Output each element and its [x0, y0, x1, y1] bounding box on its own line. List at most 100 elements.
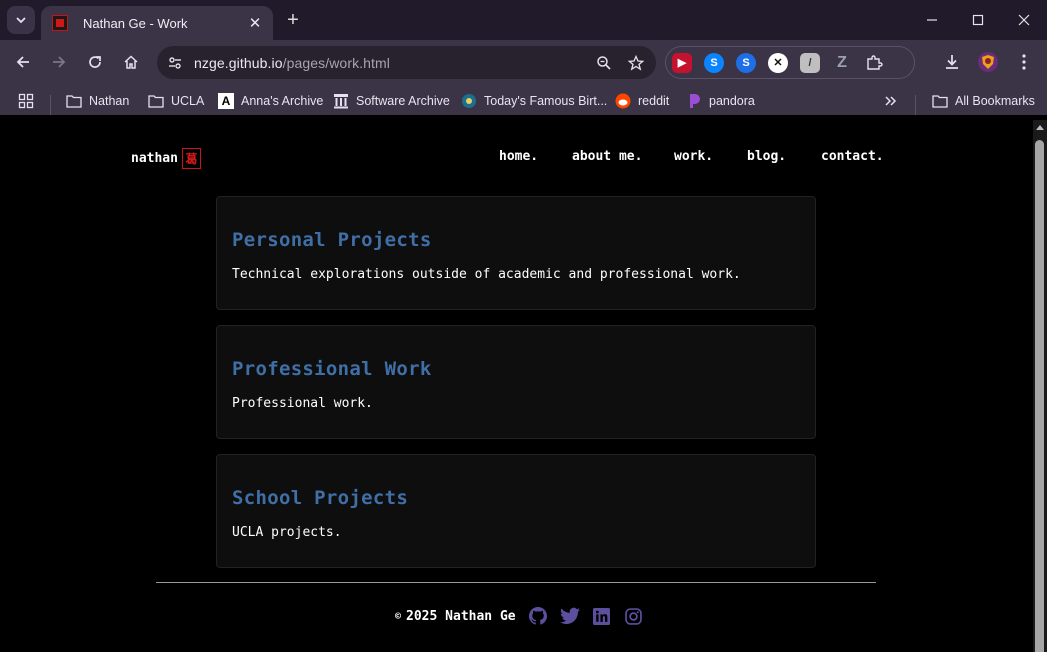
card-title[interactable]: School Projects [232, 487, 408, 509]
bookmark-label: All Bookmarks [955, 94, 1035, 108]
bookmark-reddit[interactable]: reddit [615, 91, 669, 111]
copyright-symbol: © [395, 610, 402, 622]
avatar [978, 52, 998, 72]
url-host: nzge.github.io [194, 54, 283, 71]
site-info-icon[interactable] [163, 51, 187, 75]
profile-button[interactable] [974, 48, 1002, 76]
new-tab-button[interactable]: + [282, 9, 304, 31]
bookmark-folder-nathan[interactable]: Nathan [66, 91, 129, 111]
card-personal-projects[interactable]: Personal Projects Technical explorations… [216, 196, 816, 310]
nav-work[interactable]: work. [674, 149, 713, 164]
zotero-extension-icon[interactable]: Z [832, 53, 852, 73]
card-description: Professional work. [232, 396, 373, 411]
downloads-button[interactable] [938, 48, 966, 76]
zoom-icon[interactable] [592, 51, 616, 75]
extensions-bar: ▶ S S ✕ / Z [665, 46, 915, 79]
github-icon[interactable] [528, 606, 548, 626]
card-title[interactable]: Personal Projects [232, 229, 432, 251]
nav-blog[interactable]: blog. [747, 149, 786, 164]
page-viewport: nathan 葛 home. about me. work. blog. con… [0, 120, 1033, 652]
tab-strip: Nathan Ge - Work ✕ + [0, 0, 1047, 40]
bookmarks-divider [50, 95, 51, 115]
x-extension-icon[interactable]: ✕ [768, 52, 788, 73]
card-description: UCLA projects. [232, 525, 342, 540]
scrollbar-thumb[interactable] [1035, 140, 1044, 652]
footer-divider [156, 582, 876, 583]
tab-favicon-icon [52, 15, 68, 31]
bookmark-folder-ucla[interactable]: UCLA [148, 91, 204, 111]
folder-icon [932, 93, 948, 109]
bookmark-famous-birthdays[interactable]: Today's Famous Birt... [461, 91, 607, 111]
bookmark-pandora[interactable]: pandora [686, 91, 755, 111]
folder-icon [66, 93, 82, 109]
home-button[interactable] [117, 48, 145, 76]
arrow-left-icon [16, 56, 29, 68]
home-icon [124, 55, 138, 69]
more-bookmarks-button[interactable] [884, 91, 898, 111]
shazam-extension-icon[interactable]: S [704, 52, 724, 73]
maximize-icon [972, 14, 984, 26]
bookmark-annas-archive[interactable]: A Anna's Archive [218, 91, 323, 111]
active-tab[interactable]: Nathan Ge - Work ✕ [41, 6, 273, 40]
all-bookmarks-folder[interactable]: All Bookmarks [932, 91, 1035, 111]
footer: © 2025 Nathan Ge [395, 606, 644, 626]
globe-icon [461, 93, 477, 109]
copyright-text: 2025 Nathan Ge [406, 608, 516, 624]
linkedin-icon[interactable] [592, 606, 612, 626]
url-text: nzge.github.io/pages/work.html [194, 55, 592, 71]
bookmarks-divider [915, 95, 916, 115]
page-scrollbar[interactable] [1033, 120, 1047, 652]
twitter-icon[interactable] [559, 606, 580, 626]
bookmark-label: pandora [709, 94, 755, 108]
back-button[interactable] [9, 48, 37, 76]
nav-contact[interactable]: contact. [821, 149, 884, 164]
bookmark-label: Software Archive [356, 94, 450, 108]
notes-extension-icon[interactable]: / [800, 52, 820, 73]
address-bar[interactable]: nzge.github.io/pages/work.html [157, 46, 656, 79]
bookmark-label: Nathan [89, 94, 130, 108]
card-professional-work[interactable]: Professional Work Professional work. [216, 325, 816, 439]
nav-home[interactable]: home. [499, 149, 538, 164]
folder-icon [148, 93, 164, 109]
bookmark-software-archive[interactable]: Software Archive [333, 91, 450, 111]
menu-button[interactable] [1010, 48, 1038, 76]
nav-about[interactable]: about me. [572, 149, 642, 164]
site-logo[interactable]: nathan 葛 [131, 148, 201, 169]
card-title[interactable]: Professional Work [232, 358, 432, 380]
minimize-icon [927, 19, 937, 21]
close-window-button[interactable] [1001, 0, 1047, 40]
tab-title: Nathan Ge - Work [83, 15, 188, 31]
puzzle-extension-icon[interactable] [864, 53, 884, 73]
url-path: /pages/work.html [282, 54, 391, 71]
tab-close-icon[interactable]: ✕ [245, 13, 265, 33]
maximize-button[interactable] [955, 0, 1001, 40]
browser-toolbar: nzge.github.io/pages/work.html ▶ S S ✕ /… [0, 40, 1047, 85]
youtube-extension-icon[interactable]: ▶ [672, 52, 692, 73]
download-icon [946, 55, 958, 69]
chevron-down-icon [16, 17, 26, 24]
sync-extension-icon[interactable]: S [736, 52, 756, 73]
card-description: Technical explorations outside of academ… [232, 267, 741, 282]
reddit-icon [615, 93, 631, 109]
bookmark-label: Anna's Archive [241, 94, 324, 108]
tab-search-button[interactable] [7, 6, 35, 34]
minimize-button[interactable] [909, 0, 955, 40]
bookmarks-bar: Nathan UCLA A Anna's Archive Software Ar… [0, 85, 1047, 115]
archive-building-icon [333, 93, 349, 109]
scroll-up-arrow-icon[interactable] [1036, 125, 1044, 130]
instagram-icon[interactable] [624, 606, 644, 626]
bookmark-label: UCLA [171, 94, 205, 108]
arrow-right-icon [53, 56, 66, 68]
annas-archive-icon: A [218, 93, 234, 109]
reload-icon [89, 56, 101, 68]
card-school-projects[interactable]: School Projects UCLA projects. [216, 454, 816, 568]
forward-button[interactable] [45, 48, 73, 76]
more-vert-icon [1022, 54, 1026, 70]
bookmark-label: reddit [638, 94, 670, 108]
apps-grid-icon [18, 93, 34, 109]
double-chevron-right-icon [885, 96, 897, 106]
reload-button[interactable] [81, 48, 109, 76]
apps-button[interactable] [18, 91, 34, 111]
bookmark-star-icon[interactable] [624, 51, 648, 75]
pandora-icon [686, 93, 702, 109]
